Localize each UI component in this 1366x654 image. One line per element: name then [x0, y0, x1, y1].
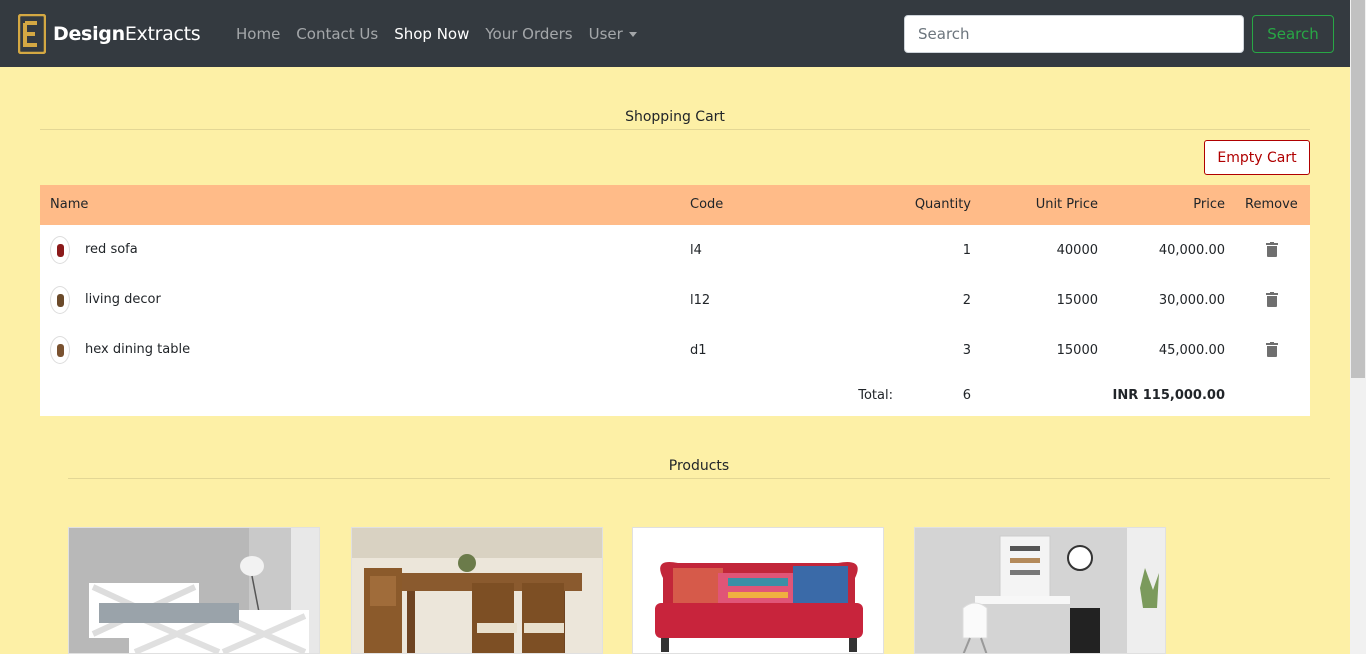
product-card-sofa[interactable]: [632, 527, 884, 654]
row-code: l12: [690, 293, 711, 308]
search-input[interactable]: [904, 15, 1244, 53]
scrollbar-thumb[interactable]: [1351, 0, 1365, 378]
brand-logo-icon: [17, 13, 47, 55]
shopping-cart-heading: Shopping Cart: [625, 109, 725, 125]
row-price: 45,000.00: [1158, 343, 1225, 358]
row-code: d1: [690, 343, 707, 358]
products-heading: Products: [668, 458, 730, 474]
col-name: Name: [50, 197, 89, 212]
trash-icon[interactable]: [1266, 342, 1278, 357]
row-price: 30,000.00: [1158, 293, 1225, 308]
product-thumbnail: [50, 236, 70, 264]
col-price: Price: [1193, 197, 1225, 212]
col-unit-price: Unit Price: [1035, 197, 1098, 212]
row-unit-price: 15000: [1056, 293, 1098, 308]
row-quantity: 3: [962, 343, 971, 358]
empty-cart-button[interactable]: Empty Cart: [1204, 140, 1310, 175]
row-price: 40,000.00: [1158, 243, 1225, 258]
dining-set-image: [352, 528, 602, 653]
row-name: living decor: [85, 292, 161, 307]
nav-home[interactable]: Home: [236, 25, 280, 43]
row-unit-price: 15000: [1056, 343, 1098, 358]
nav-contact[interactable]: Contact Us: [296, 25, 378, 43]
nav-your-orders[interactable]: Your Orders: [485, 25, 572, 43]
brand[interactable]: DesignExtracts: [17, 13, 201, 55]
trash-icon[interactable]: [1266, 292, 1278, 307]
brand-name: DesignExtracts: [53, 23, 201, 45]
row-quantity: 1: [962, 243, 971, 258]
product-card-dining[interactable]: [351, 527, 603, 654]
product-card-bed[interactable]: [68, 527, 320, 654]
col-remove: Remove: [1245, 197, 1298, 212]
col-code: Code: [690, 197, 724, 212]
product-thumbnail: [50, 336, 70, 364]
row-code: l4: [690, 243, 702, 258]
row-name: red sofa: [85, 242, 138, 257]
caret-down-icon: [628, 31, 637, 37]
col-quantity: Quantity: [914, 197, 971, 212]
search-button[interactable]: Search: [1252, 15, 1334, 53]
nav-shop-now[interactable]: Shop Now: [394, 25, 469, 43]
trash-icon[interactable]: [1266, 242, 1278, 257]
product-card-desk[interactable]: [914, 527, 1166, 654]
row-name: hex dining table: [85, 342, 191, 357]
row-unit-price: 40000: [1056, 243, 1098, 258]
product-thumbnail: [50, 286, 70, 314]
nav-user-label: User: [588, 24, 623, 43]
heading-divider: [40, 129, 1310, 130]
red-sofa-image: [633, 528, 883, 653]
wall-desk-image: [915, 528, 1165, 653]
bed-image: [69, 528, 319, 653]
row-quantity: 2: [962, 293, 971, 308]
navbar: DesignExtracts Home Contact Us Shop Now …: [0, 0, 1350, 67]
cart-table: Name Code Quantity Unit Price Price Remo…: [40, 185, 1310, 416]
scrollbar[interactable]: [1350, 0, 1366, 654]
nav-links: Home Contact Us Shop Now Your Orders Use…: [236, 0, 653, 67]
nav-user-dropdown[interactable]: User: [589, 25, 637, 43]
total-quantity: 6: [962, 388, 971, 403]
table-header: Name Code Quantity Unit Price Price Remo…: [40, 185, 1310, 225]
products-divider: [68, 478, 1330, 479]
total-price: INR 115,000.00: [1112, 388, 1226, 403]
